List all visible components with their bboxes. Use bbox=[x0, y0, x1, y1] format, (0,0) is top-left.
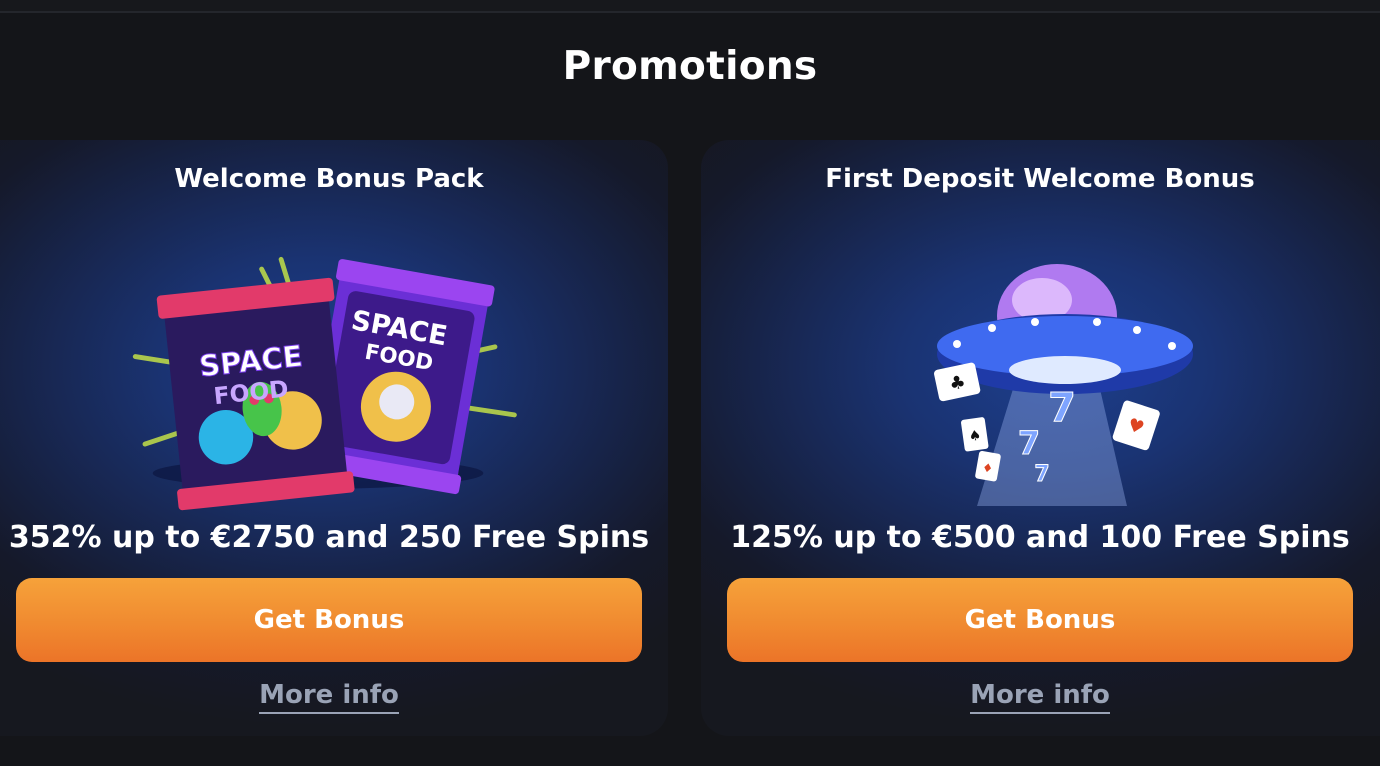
more-info-link[interactable]: More info bbox=[970, 680, 1110, 714]
promo-offer-text: 352% up to €2750 and 250 Free Spins bbox=[8, 520, 650, 555]
header-divider bbox=[0, 0, 1380, 13]
seven-symbol-icon: 7 bbox=[1034, 462, 1049, 487]
promo-card-title: Welcome Bonus Pack bbox=[174, 164, 484, 194]
get-bonus-button[interactable]: Get Bonus bbox=[16, 578, 642, 662]
get-bonus-button[interactable]: Get Bonus bbox=[727, 578, 1353, 662]
svg-text:♠: ♠ bbox=[968, 427, 983, 445]
seven-symbol-icon: 7 bbox=[1048, 385, 1076, 431]
space-food-bags-illustration: SPACE FOOD SPACE FOOD bbox=[132, 256, 517, 511]
more-info-link-container: More info bbox=[0, 680, 668, 714]
more-info-link-container: More info bbox=[701, 680, 1379, 714]
more-info-link[interactable]: More info bbox=[259, 680, 399, 714]
promo-card-welcome-pack: Welcome Bonus Pack SPACE FOOD SPACE FOOD… bbox=[0, 140, 668, 736]
ufo-illustration: 7 7 7 ♣ ♠ ♦ ♥ bbox=[934, 264, 1193, 506]
promo-offer-text: 125% up to €500 and 100 Free Spins bbox=[730, 520, 1350, 555]
promo-card-title: First Deposit Welcome Bonus bbox=[825, 164, 1255, 194]
promo-card-first-deposit: First Deposit Welcome Bonus 7 7 7 ♣ ♠ ♦ … bbox=[701, 140, 1380, 736]
page-title: Promotions bbox=[562, 44, 818, 89]
seven-symbol-icon: 7 bbox=[1018, 424, 1040, 462]
